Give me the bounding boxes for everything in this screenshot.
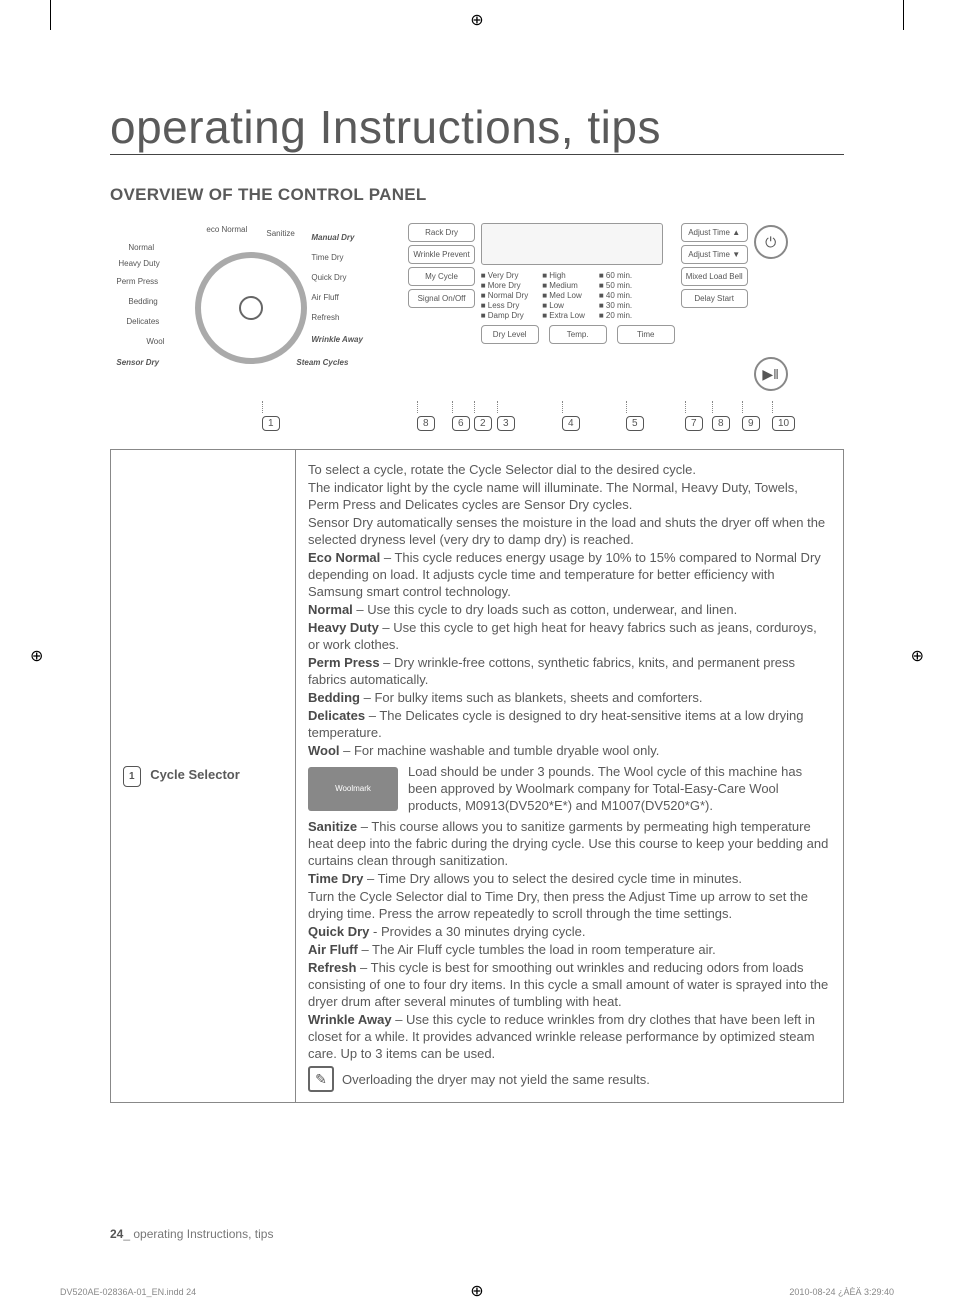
callout-10: 10 [772, 401, 795, 431]
time-list: ■ 60 min. ■ 50 min. ■ 40 min. ■ 30 min. … [599, 271, 632, 321]
dry-level-list: ■ Very Dry ■ More Dry ■ Normal Dry ■ Les… [481, 271, 529, 321]
woolmark-badge: Woolmark [308, 767, 398, 811]
registration-mark-top: ⊕ [470, 10, 483, 30]
callout-8: 8 [712, 401, 730, 431]
registration-mark-left: ⊕ [30, 646, 43, 666]
mixed-load-bell-button: Mixed Load Bell [681, 267, 748, 286]
my-cycle-button: My Cycle [408, 267, 474, 286]
callout-8: 8 [417, 401, 435, 431]
row-label: Cycle Selector [150, 767, 240, 782]
right-buttons-column: Adjust Time ▲ Adjust Time ▼ Mixed Load B… [681, 223, 748, 393]
cycle-selector-dial: Normal Heavy Duty Perm Press Bedding Del… [166, 223, 336, 393]
power-start-column: ⏻ ▶‖ [754, 223, 788, 393]
cycle-bedding: Bedding – For bulky items such as blanke… [308, 689, 831, 706]
row-label-cell: 1 Cycle Selector [111, 450, 296, 1103]
imposition-info: DV520AE-02836A-01_EN.indd 24 2010-08-24 … [60, 1287, 894, 1297]
cycle-wrinkle-away: Wrinkle Away – Use this cycle to reduce … [308, 1011, 831, 1062]
cycle-heavy-duty: Heavy Duty – Use this cycle to get high … [308, 619, 831, 653]
callout-7: 7 [685, 401, 703, 431]
callout-row: 186234578910 [110, 401, 844, 441]
signal-onoff-button: Signal On/Off [408, 289, 474, 308]
start-pause-icon: ▶‖ [754, 357, 788, 391]
cycle-sanitize: Sanitize – This course allows you to san… [308, 818, 831, 869]
wrinkle-prevent-button: Wrinkle Prevent [408, 245, 474, 264]
note-icon: ✎ [308, 1066, 334, 1092]
cycle-wool: Wool – For machine washable and tumble d… [308, 742, 831, 759]
cycle-delicates: Delicates – The Delicates cycle is desig… [308, 707, 831, 741]
temp-list: ■ High ■ Medium ■ Med Low ■ Low ■ Extra … [542, 271, 585, 321]
description-table: 1 Cycle Selector To select a cycle, rota… [110, 449, 844, 1103]
row-badge: 1 [123, 766, 141, 787]
cycle-perm-press: Perm Press – Dry wrinkle-free cottons, s… [308, 654, 831, 688]
control-panel-diagram: Normal Heavy Duty Perm Press Bedding Del… [110, 223, 844, 393]
callout-6: 6 [452, 401, 470, 431]
callout-2: 2 [474, 401, 492, 431]
callout-5: 5 [626, 401, 644, 431]
callout-3: 3 [497, 401, 515, 431]
rack-dry-button: Rack Dry [408, 223, 474, 242]
callout-9: 9 [742, 401, 760, 431]
adjust-time-up-button: Adjust Time ▲ [681, 223, 748, 242]
cycle-quick-dry: Quick Dry - Provides a 30 minutes drying… [308, 923, 831, 940]
woolmark-text: Load should be under 3 pounds. The Wool … [408, 763, 831, 814]
display-section: ■ Very Dry ■ More Dry ■ Normal Dry ■ Les… [481, 223, 675, 393]
callout-4: 4 [562, 401, 580, 431]
digital-display [481, 223, 663, 265]
cycle-eco-normal: Eco Normal – This cycle reduces energy u… [308, 549, 831, 600]
power-icon: ⏻ [754, 225, 788, 259]
adjust-time-down-button: Adjust Time ▼ [681, 245, 748, 264]
cycle-refresh: Refresh – This cycle is best for smoothi… [308, 959, 831, 1010]
section-subtitle: OVERVIEW OF THE CONTROL PANEL [110, 185, 844, 205]
page-footer: 24_ operating Instructions, tips [110, 1227, 273, 1241]
delay-start-button: Delay Start [681, 289, 748, 308]
row-description-cell: To select a cycle, rotate the Cycle Sele… [296, 450, 844, 1103]
page-title: operating Instructions, tips [110, 100, 844, 155]
cycle-normal: Normal – Use this cycle to dry loads suc… [308, 601, 831, 618]
callout-1: 1 [262, 401, 280, 431]
option-buttons-column: Rack Dry Wrinkle Prevent My Cycle Signal… [408, 223, 474, 393]
registration-mark-right: ⊕ [911, 646, 924, 666]
note-text: Overloading the dryer may not yield the … [342, 1071, 650, 1088]
cycle-air-fluff: Air Fluff – The Air Fluff cycle tumbles … [308, 941, 831, 958]
cycle-time-dry: Time Dry – Time Dry allows you to select… [308, 870, 831, 887]
